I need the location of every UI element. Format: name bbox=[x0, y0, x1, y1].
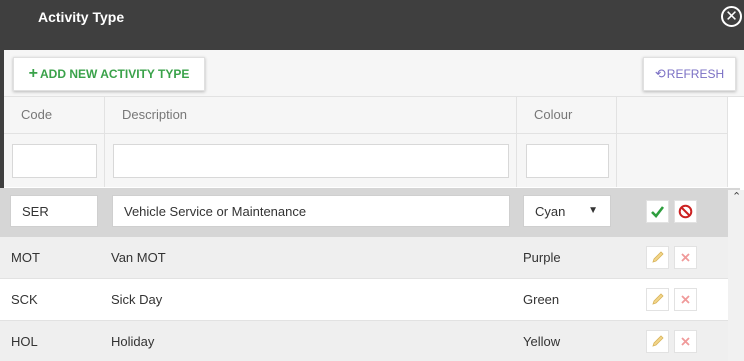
ban-icon bbox=[678, 204, 693, 219]
toolbar: + ADD NEW ACTIVITY TYPE ⟲ REFRESH bbox=[4, 50, 744, 97]
refresh-button[interactable]: ⟲ REFRESH bbox=[643, 57, 736, 91]
column-header-colour[interactable]: Colour bbox=[517, 97, 617, 134]
edit-code-input[interactable] bbox=[10, 195, 98, 227]
confirm-button[interactable] bbox=[646, 200, 669, 223]
edit-colour-select[interactable]: Cyan ▼ bbox=[523, 195, 611, 227]
editing-row: Cyan ▼ bbox=[0, 188, 740, 237]
close-icon[interactable]: ✕ bbox=[721, 6, 742, 27]
refresh-label: REFRESH bbox=[666, 67, 725, 81]
row-code: HOL bbox=[11, 334, 38, 349]
close-icon bbox=[681, 295, 690, 304]
pencil-icon bbox=[652, 251, 664, 263]
edit-button[interactable] bbox=[646, 246, 669, 269]
refresh-icon: ⟲ bbox=[654, 66, 666, 81]
dialog-titlebar: Activity Type ✕ bbox=[0, 0, 744, 50]
filter-row bbox=[4, 134, 728, 187]
filter-cell-description bbox=[105, 134, 517, 187]
close-icon bbox=[681, 253, 690, 262]
plus-icon: + bbox=[28, 65, 38, 82]
delete-button[interactable] bbox=[674, 330, 697, 353]
chevron-down-icon: ▼ bbox=[588, 205, 598, 216]
row-code: MOT bbox=[11, 250, 40, 265]
filter-cell-colour bbox=[517, 134, 617, 187]
row-colour: Purple bbox=[523, 250, 561, 265]
column-header-description[interactable]: Description bbox=[105, 97, 517, 134]
pencil-icon bbox=[652, 293, 664, 305]
table-row: HOL Holiday Yellow bbox=[0, 321, 740, 361]
row-colour: Green bbox=[523, 292, 560, 307]
filter-colour-input[interactable] bbox=[526, 144, 609, 178]
row-description: Holiday bbox=[111, 334, 155, 349]
filter-description-input[interactable] bbox=[113, 144, 509, 178]
scroll-up-icon[interactable]: ⌃ bbox=[732, 190, 741, 203]
grid-header: Code Description Colour bbox=[4, 97, 728, 134]
check-icon bbox=[651, 206, 665, 218]
edit-button[interactable] bbox=[646, 288, 669, 311]
close-icon bbox=[681, 337, 690, 346]
vertical-scrollbar[interactable]: ⌃ bbox=[728, 190, 744, 361]
table-row: MOT Van MOT Purple bbox=[0, 237, 740, 279]
delete-button[interactable] bbox=[674, 288, 697, 311]
edit-description-input[interactable] bbox=[112, 195, 510, 227]
row-description: Van MOT bbox=[111, 250, 166, 265]
edit-colour-value: Cyan bbox=[535, 203, 566, 219]
filter-cell-code bbox=[4, 134, 105, 187]
add-activity-type-label: ADD NEW ACTIVITY TYPE bbox=[40, 67, 190, 81]
pencil-icon bbox=[652, 335, 664, 347]
row-colour: Yellow bbox=[523, 334, 561, 349]
column-header-actions bbox=[617, 97, 728, 134]
column-header-code[interactable]: Code bbox=[4, 97, 105, 134]
table-row: SCK Sick Day Green bbox=[0, 279, 740, 321]
add-activity-type-button[interactable]: + ADD NEW ACTIVITY TYPE bbox=[13, 57, 205, 91]
cancel-edit-button[interactable] bbox=[674, 200, 697, 223]
filter-cell-actions bbox=[617, 134, 728, 187]
filter-code-input[interactable] bbox=[12, 144, 97, 178]
dialog-title: Activity Type bbox=[38, 9, 125, 25]
edit-button[interactable] bbox=[646, 330, 669, 353]
row-description: Sick Day bbox=[111, 292, 163, 307]
delete-button[interactable] bbox=[674, 246, 697, 269]
row-code: SCK bbox=[11, 292, 38, 307]
